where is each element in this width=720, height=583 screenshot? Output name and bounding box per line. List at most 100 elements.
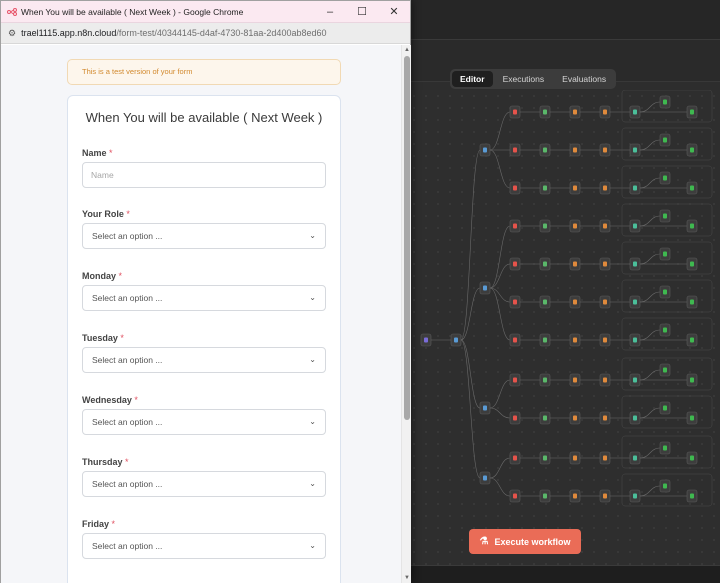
workflow-node-glyph [543,147,547,153]
maximize-button[interactable]: ☐ [346,1,378,23]
workflow-node-glyph [603,455,607,461]
connection-line [489,407,511,419]
form-title: When You will be available ( Next Week ) [85,110,323,125]
sheet-node-glyph [663,405,667,411]
select-placeholder: Select an option ... [92,541,163,551]
scroll-up-arrow[interactable]: ▲ [402,45,412,55]
connection-line [639,177,661,189]
switch-node-glyph [483,475,487,481]
close-window-button[interactable]: ✕ [378,1,410,23]
workflow-node-glyph [603,493,607,499]
workflow-node-glyph [543,185,547,191]
scrollbar-thumb[interactable] [404,56,410,420]
wednesday-label-text: Wednesday [82,395,132,405]
minimize-button[interactable]: – [314,1,346,23]
your-role-label-text: Your Role [82,209,124,219]
workflow-node-glyph [573,415,577,421]
window-title: When You will be available ( Next Week )… [21,6,244,17]
monday-select[interactable]: Select an option ... ⌄ [82,285,326,311]
window-title-bar: When You will be available ( Next Week )… [1,1,410,23]
workflow-node-glyph [573,299,577,305]
workflow-node-glyph [543,109,547,115]
workflow-node-glyph [513,261,517,267]
workflow-node-glyph [633,185,637,191]
workflow-node-glyph [603,415,607,421]
connection-line [639,329,661,341]
workflow-node-glyph [513,185,517,191]
address-bar[interactable]: ⚙ trael1115.app.n8n.cloud/form-test/4034… [1,23,410,44]
required-marker: * [109,148,113,158]
execute-workflow-button[interactable]: ⚗ Execute workflow [469,529,581,554]
select-placeholder: Select an option ... [92,479,163,489]
tuesday-label-text: Tuesday [82,333,118,343]
workflow-node-glyph [513,147,517,153]
workflow-node-glyph [543,337,547,343]
url-path: /form-test/40344145-d4af-4730-81aa-2d400… [116,28,327,38]
connection-line [489,287,511,341]
workflow-node-glyph [633,109,637,115]
editor-tabs: Editor Executions Evaluations [450,69,617,89]
sheet-node-glyph [663,99,667,105]
connection-line [639,291,661,303]
workflow-node-glyph [573,377,577,383]
connection-line [639,101,661,113]
workflow-node-glyph [543,299,547,305]
select-placeholder: Select an option ... [92,417,163,427]
connection-line [489,225,511,289]
form-trigger-node-glyph [424,337,428,343]
select-placeholder: Select an option ... [92,355,163,365]
workflow-diagram [420,90,713,507]
workflow-node-glyph [573,493,577,499]
tune-icon[interactable]: ⚙ [8,28,16,39]
workflow-node-glyph [513,493,517,499]
connection-line [489,149,511,189]
workflow-node-glyph [573,185,577,191]
flask-icon: ⚗ [479,536,489,547]
sheet-node-glyph [663,445,667,451]
name-label: Name * [82,148,113,158]
workflow-node-glyph [603,147,607,153]
tab-evaluations[interactable]: Evaluations [554,71,614,87]
wednesday-select[interactable]: Select an option ... ⌄ [82,409,326,435]
sheet-node-glyph [663,367,667,373]
workflow-node-glyph [543,493,547,499]
workflow-node-glyph [543,377,547,383]
sheet-node-glyph [690,337,694,343]
connection-line [639,369,661,381]
friday-label-text: Friday [82,519,110,529]
thursday-select[interactable]: Select an option ... ⌄ [82,471,326,497]
monday-label-text: Monday [82,271,117,281]
chevron-down-icon: ⌄ [309,417,316,426]
scroll-down-arrow[interactable]: ▼ [402,573,412,583]
tuesday-label: Tuesday * [82,333,124,343]
workflow-node-glyph [513,337,517,343]
friday-select[interactable]: Select an option ... ⌄ [82,533,326,559]
sheet-node-glyph [663,483,667,489]
workflow-node-glyph [633,261,637,267]
sheet-node-glyph [690,261,694,267]
switch-node-glyph [483,285,487,291]
tuesday-select[interactable]: Select an option ... ⌄ [82,347,326,373]
sheet-node-glyph [690,377,694,383]
tab-executions[interactable]: Executions [495,71,553,87]
name-input[interactable]: Name [82,162,326,188]
sheet-node-glyph [690,223,694,229]
required-marker: * [125,457,129,467]
page-scrollbar[interactable]: ▲ ▼ [401,45,411,583]
chevron-down-icon: ⌄ [309,479,316,488]
connection-line [639,253,661,265]
tab-editor[interactable]: Editor [452,71,493,87]
workflow-node-glyph [543,261,547,267]
workflow-node-glyph [603,223,607,229]
workflow-node-glyph [543,415,547,421]
your-role-select[interactable]: Select an option ... ⌄ [82,223,326,249]
chevron-down-icon: ⌄ [309,541,316,550]
workflow-node-glyph [603,185,607,191]
workflow-node-glyph [633,377,637,383]
thursday-label: Thursday * [82,457,129,467]
workflow-node-glyph [573,147,577,153]
workflow-node-glyph [633,493,637,499]
connection-line [460,339,481,479]
workflow-node-glyph [573,455,577,461]
workflow-node-glyph [633,299,637,305]
